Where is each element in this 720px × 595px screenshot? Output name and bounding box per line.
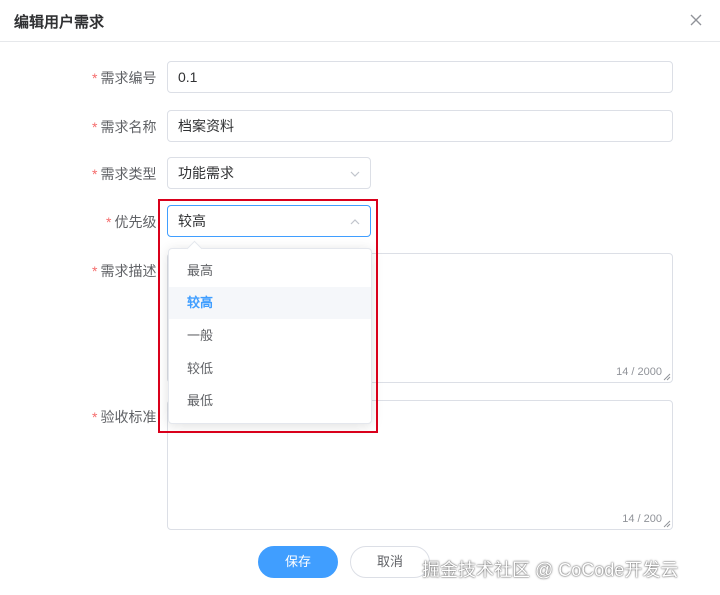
type-select[interactable]: 功能需求 — [167, 157, 371, 189]
dropdown-caret — [186, 240, 203, 257]
name-label: * 需求名称 — [92, 117, 156, 137]
name-input[interactable]: 档案资料 — [167, 110, 673, 142]
description-label-text: 需求描述 — [100, 263, 157, 279]
number-label: * 需求编号 — [92, 68, 156, 88]
acceptance-counter: 14 / 200 — [622, 513, 662, 525]
required-mark: * — [92, 263, 98, 279]
watermark: 掘金技术社区 @ CoCode开发云 — [422, 560, 679, 580]
priority-label-text: 优先级 — [114, 214, 157, 230]
required-mark: * — [92, 166, 98, 182]
priority-option[interactable]: 最低 — [169, 385, 371, 417]
type-label-text: 需求类型 — [100, 166, 157, 182]
number-input[interactable]: 0.1 — [167, 61, 673, 93]
chevron-down-icon — [350, 171, 360, 177]
save-button[interactable]: 保存 — [258, 546, 338, 578]
description-counter: 14 / 2000 — [616, 366, 662, 378]
description-label: * 需求描述 — [92, 261, 156, 281]
name-input-value: 档案资料 — [178, 118, 234, 134]
number-label-text: 需求编号 — [100, 70, 157, 86]
resize-handle-icon[interactable] — [663, 373, 671, 381]
required-mark: * — [92, 70, 98, 86]
priority-dropdown: 最高 较高 一般 较低 最低 — [168, 240, 372, 424]
acceptance-label-text: 验收标准 — [100, 409, 157, 425]
priority-option-selected[interactable]: 较高 — [169, 287, 371, 319]
priority-select[interactable]: 较高 — [167, 205, 371, 237]
priority-option[interactable]: 一般 — [169, 320, 371, 352]
required-mark: * — [106, 214, 112, 230]
type-label: * 需求类型 — [92, 164, 156, 184]
acceptance-label: * 验收标准 — [92, 407, 156, 427]
cancel-button[interactable]: 取消 — [350, 546, 430, 578]
dialog-header: 编辑用户需求 — [0, 0, 720, 42]
priority-option[interactable]: 最高 — [169, 255, 371, 287]
priority-option[interactable]: 较低 — [169, 353, 371, 385]
number-input-value: 0.1 — [178, 69, 198, 85]
name-label-text: 需求名称 — [100, 119, 157, 135]
edit-requirement-dialog: 编辑用户需求 * 需求编号 0.1 * 需求名称 档案资料 * 需求类型 功能需求 *… — [0, 0, 720, 595]
required-mark: * — [92, 409, 98, 425]
type-select-value: 功能需求 — [178, 165, 234, 181]
close-button[interactable] — [686, 10, 706, 30]
required-mark: * — [92, 119, 98, 135]
priority-label: * 优先级 — [106, 212, 156, 232]
close-icon — [690, 14, 702, 26]
priority-select-value: 较高 — [178, 213, 206, 229]
resize-handle-icon[interactable] — [663, 520, 671, 528]
chevron-up-icon — [350, 219, 360, 225]
dialog-title: 编辑用户需求 — [14, 14, 105, 31]
